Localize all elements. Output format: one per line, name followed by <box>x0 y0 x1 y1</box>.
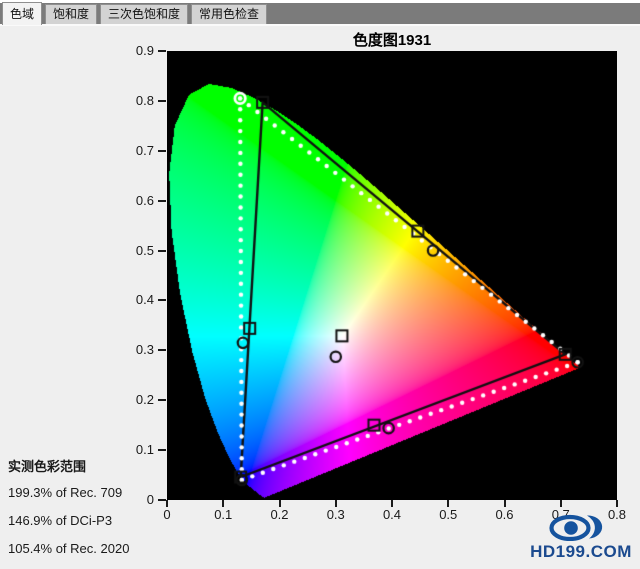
chart-title: 色度图1931 <box>167 29 617 50</box>
tab-2[interactable]: 三次色饱和度 <box>100 4 188 24</box>
logo-text: HD199.COM <box>524 542 638 562</box>
y-tick-label: 0.9 <box>112 43 154 58</box>
x-tick-label: 0.6 <box>485 507 525 522</box>
y-tick <box>158 449 166 451</box>
result-rec709: 199.3% of Rec. 709 <box>8 485 129 500</box>
x-tick-label: 0.4 <box>372 507 412 522</box>
x-tick-label: 0.3 <box>316 507 356 522</box>
y-tick <box>158 50 166 52</box>
y-tick <box>158 250 166 252</box>
y-tick-label: 0.6 <box>112 193 154 208</box>
y-tick-label: 0.5 <box>112 243 154 258</box>
results-panel: 实测色彩范围 199.3% of Rec. 709 146.9% of DCi-… <box>8 456 129 569</box>
result-dcip3: 146.9% of DCi-P3 <box>8 513 129 528</box>
y-tick-label: 0.4 <box>112 292 154 307</box>
tab-3[interactable]: 常用色检查 <box>191 4 267 24</box>
y-tick <box>158 299 166 301</box>
y-tick <box>158 150 166 152</box>
y-tick-label: 0.8 <box>112 93 154 108</box>
x-tick <box>504 500 506 507</box>
x-tick <box>616 500 618 507</box>
x-tick <box>391 500 393 507</box>
y-tick-label: 0.7 <box>112 143 154 158</box>
tab-bar: 色域饱和度三次色饱和度常用色检查 <box>0 0 640 26</box>
tab-0[interactable]: 色域 <box>2 2 42 25</box>
y-tick <box>158 499 166 501</box>
hd199-logo: HD199.COM <box>524 514 638 562</box>
y-tick <box>158 200 166 202</box>
y-tick-label: 0.2 <box>112 392 154 407</box>
x-tick-label: 0.2 <box>260 507 300 522</box>
eye-icon <box>549 514 613 541</box>
x-tick <box>335 500 337 507</box>
x-tick-label: 0 <box>147 507 187 522</box>
x-tick <box>447 500 449 507</box>
y-tick-label: 0.1 <box>112 442 154 457</box>
y-tick <box>158 399 166 401</box>
result-rec2020: 105.4% of Rec. 2020 <box>8 541 129 556</box>
x-tick <box>560 500 562 507</box>
y-tick <box>158 349 166 351</box>
x-tick-label: 0.5 <box>428 507 468 522</box>
chromaticity-diagram-1931 <box>167 51 617 500</box>
results-heading: 实测色彩范围 <box>8 456 129 475</box>
x-tick <box>279 500 281 507</box>
y-tick <box>158 100 166 102</box>
tab-1[interactable]: 饱和度 <box>45 4 97 24</box>
x-tick <box>166 500 168 507</box>
x-tick-label: 0.1 <box>203 507 243 522</box>
x-tick <box>222 500 224 507</box>
y-tick-label: 0.3 <box>112 342 154 357</box>
